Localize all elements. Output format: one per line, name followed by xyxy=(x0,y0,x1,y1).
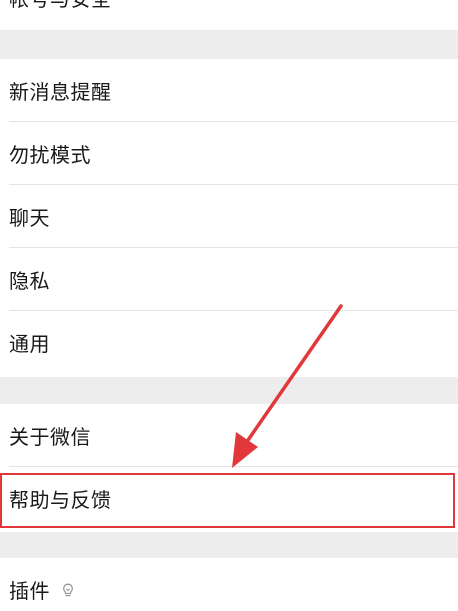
plugin-bulb-icon xyxy=(63,583,73,596)
settings-item-chat[interactable]: 聊天 xyxy=(0,185,458,248)
settings-group-plugins: 插件 xyxy=(0,558,458,611)
settings-item-privacy[interactable]: 隐私 xyxy=(0,248,458,311)
settings-item-about[interactable]: 关于微信 xyxy=(0,404,458,467)
settings-item-label: 帐号与安全 xyxy=(9,0,112,12)
settings-item-label: 隐私 xyxy=(9,269,50,293)
settings-item-general[interactable]: 通用 xyxy=(0,311,458,374)
settings-item-label: 帮助与反馈 xyxy=(9,488,112,512)
settings-item-plugins[interactable]: 插件 xyxy=(0,558,458,611)
settings-item-do-not-disturb[interactable]: 勿扰模式 xyxy=(0,122,458,185)
settings-group-account: 帐号与安全 xyxy=(0,0,458,30)
settings-item-new-message-alert[interactable]: 新消息提醒 xyxy=(0,59,458,122)
settings-screen: 帐号与安全 新消息提醒 勿扰模式 聊天 隐私 通用 关于微信 xyxy=(0,0,458,611)
settings-item-label: 关于微信 xyxy=(9,425,91,449)
settings-item-label: 聊天 xyxy=(9,206,50,230)
settings-item-account-security[interactable]: 帐号与安全 xyxy=(0,0,458,29)
settings-item-help-feedback[interactable]: 帮助与反馈 xyxy=(0,467,458,530)
settings-item-label: 通用 xyxy=(9,332,50,356)
settings-item-label: 新消息提醒 xyxy=(9,80,112,104)
settings-item-label: 勿扰模式 xyxy=(9,143,91,167)
settings-group-main: 新消息提醒 勿扰模式 聊天 隐私 通用 xyxy=(0,59,458,377)
settings-item-label: 插件 xyxy=(9,579,50,603)
settings-group-about: 关于微信 帮助与反馈 xyxy=(0,404,458,532)
